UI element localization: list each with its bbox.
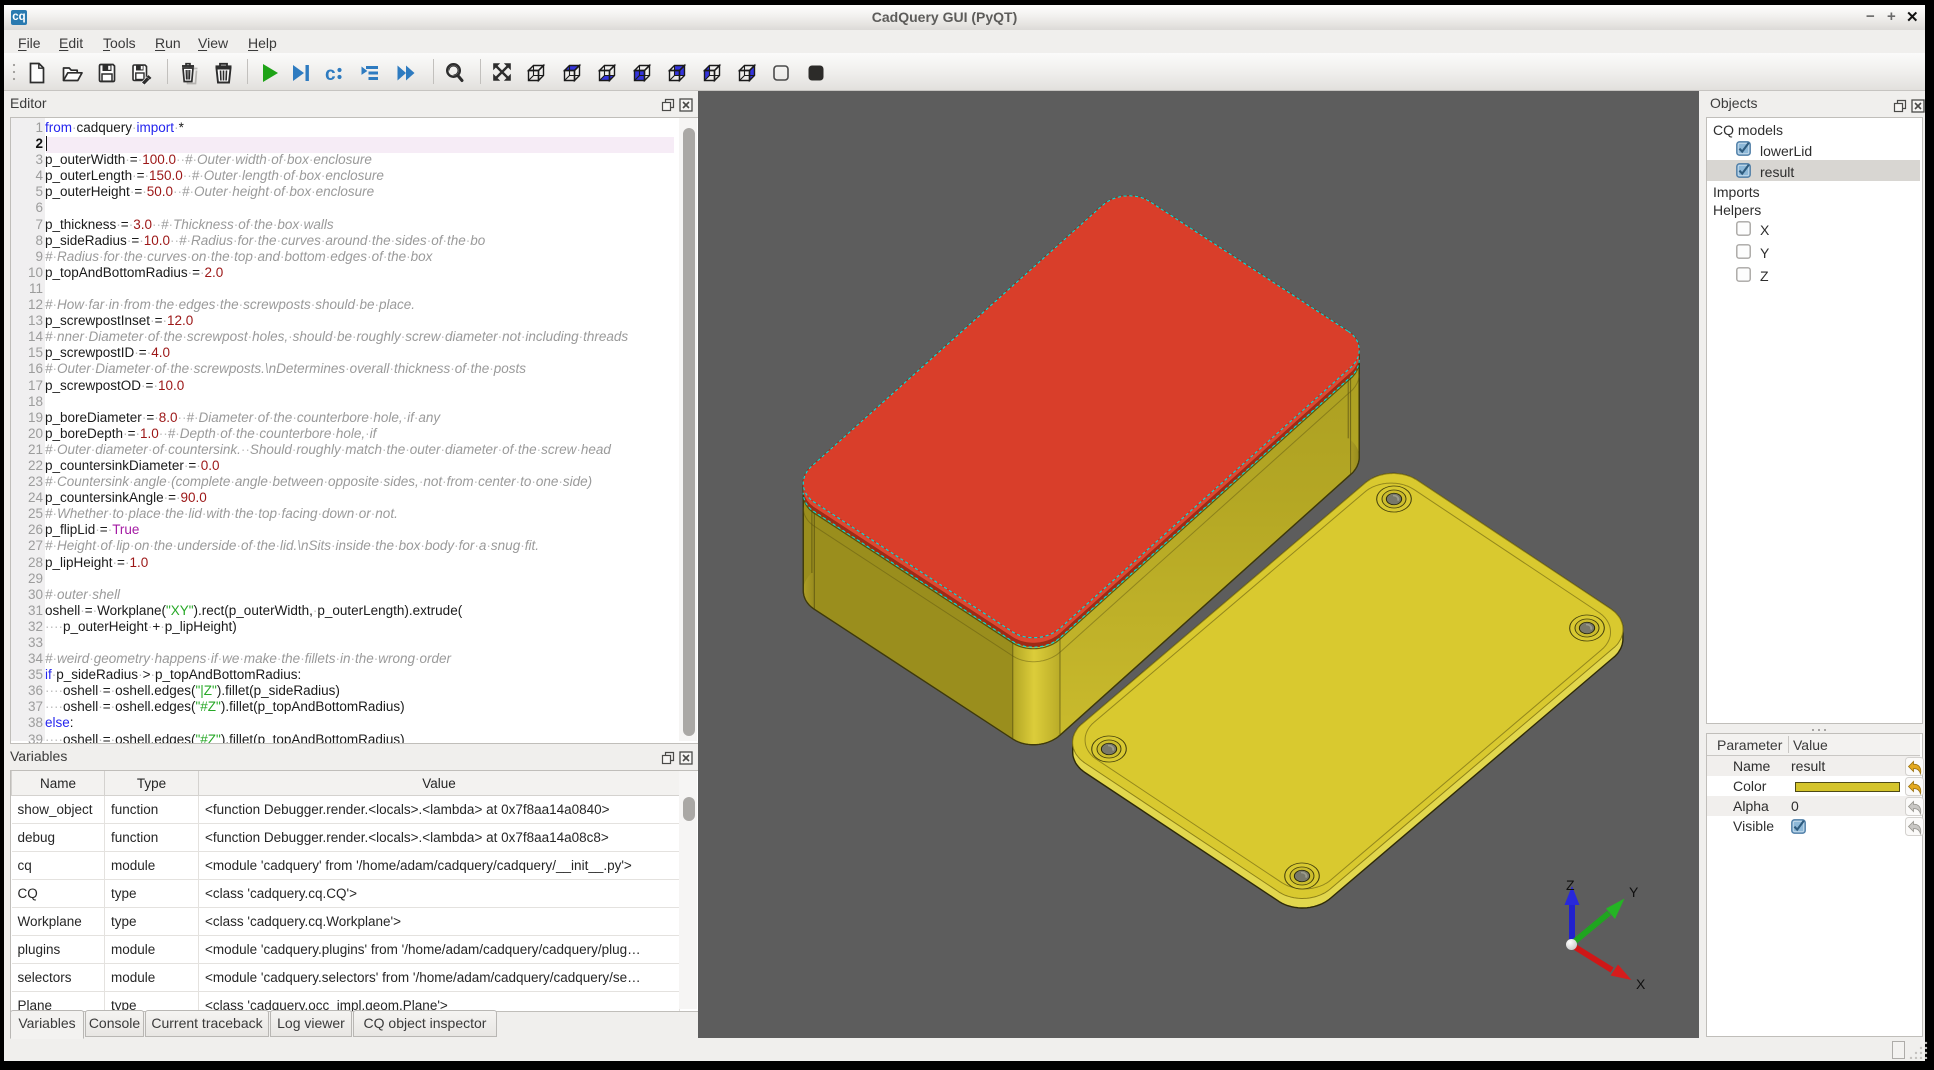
svg-text:c: c	[325, 64, 336, 85]
svg-text:Y: Y	[1629, 884, 1639, 900]
svg-text:Z: Z	[1566, 877, 1575, 893]
svg-text:X: X	[1636, 976, 1646, 992]
